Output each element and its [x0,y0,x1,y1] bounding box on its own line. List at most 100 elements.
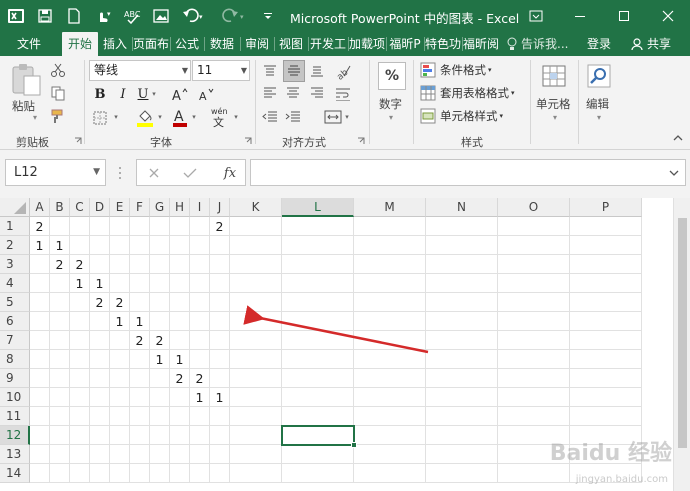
tab-foxit-pdf[interactable]: 福昕P [387,32,423,56]
phonetic-dropdown-icon[interactable]: ▾ [232,110,240,124]
font-name-combo[interactable]: 等线 ▼ [89,60,191,81]
cancel-entry-icon[interactable] [145,164,163,182]
borders-dropdown-icon[interactable]: ▾ [112,110,120,124]
align-center-icon[interactable] [283,84,303,102]
scroll-thumb[interactable] [678,218,687,448]
formula-bar-grip-icon[interactable] [112,164,128,182]
phonetic-guide-icon[interactable]: wén 文 [210,106,232,128]
maximize-icon[interactable] [602,0,646,32]
save-icon[interactable] [35,6,55,26]
cells-button[interactable]: 单元格 [536,96,571,112]
tab-home[interactable]: 开始 [62,32,98,56]
paste-icon[interactable] [8,62,44,98]
spelling-check-icon[interactable]: ABC [122,6,142,26]
vertical-scrollbar[interactable] [673,198,690,491]
fill-color-dropdown-icon[interactable]: ▾ [156,110,164,124]
bold-icon[interactable]: B [91,84,109,104]
underline-icon[interactable]: U [136,84,150,104]
styles-group-label: 样式 [461,136,483,149]
close-icon[interactable] [646,0,690,32]
align-right-icon[interactable] [307,84,327,102]
font-size-combo[interactable]: 11 ▼ [192,60,250,81]
quick-access-toolbar: ▾ ABC ▾ ▾ [6,0,278,32]
new-file-icon[interactable] [64,6,84,26]
cell-styles-button[interactable]: 单元格样式 ▾ [420,106,503,126]
tab-developer[interactable]: 开发工 [309,32,347,56]
name-box-dropdown-icon[interactable]: ▼ [93,160,100,185]
borders-icon[interactable] [89,108,111,128]
title-bar: ▾ ABC ▾ ▾ Microsoft PowerPoint 中的图表 - Ex… [0,0,690,32]
underline-dropdown-icon[interactable]: ▾ [150,87,158,101]
wrap-text-icon[interactable] [332,84,354,104]
window-controls [514,0,690,32]
touch-mode-icon[interactable]: ▾ [93,6,113,26]
expand-formula-bar-icon[interactable] [667,166,681,180]
formula-input[interactable] [250,159,686,186]
font-launcher-icon[interactable] [244,137,252,145]
image-icon[interactable] [151,6,171,26]
alignment-group-label: 对齐方式 [282,136,326,149]
tab-foxit-reader[interactable]: 福昕阅 [463,32,499,56]
ribbon-display-options-icon[interactable] [514,0,558,32]
font-color-dropdown-icon[interactable]: ▾ [190,110,198,124]
tab-formulas[interactable]: 公式 [171,32,203,56]
insert-function-icon[interactable]: fx [219,164,241,182]
format-painter-icon[interactable] [48,106,68,126]
align-bottom-icon[interactable] [307,62,327,80]
increase-indent-icon[interactable] [283,108,303,126]
percent-icon[interactable]: % [378,62,406,90]
format-as-table-button[interactable]: 套用表格格式 ▾ [420,83,515,103]
align-top-icon[interactable] [260,62,280,80]
merge-dropdown-icon[interactable]: ▾ [343,110,351,124]
align-middle-icon[interactable] [283,60,305,82]
tab-insert[interactable]: 插入 [99,32,131,56]
watermark: Baidu 经验 [549,441,672,466]
fill-color-icon[interactable] [134,106,156,128]
editing-button[interactable]: 编辑 [586,96,609,112]
redo-icon[interactable]: ▾ [219,6,249,26]
increase-font-icon[interactable]: A [171,84,189,104]
number-dropdown-icon[interactable]: ▾ [386,112,396,122]
paste-dropdown-icon[interactable]: ▾ [30,112,40,122]
signin-link[interactable]: 登录 [582,32,616,56]
align-left-icon[interactable] [260,84,280,102]
name-box-value: L12 [14,165,38,180]
tab-data[interactable]: 数据 [205,32,239,56]
font-name-dropdown-icon[interactable]: ▼ [182,61,188,80]
tab-review[interactable]: 审阅 [241,32,273,56]
decrease-font-icon[interactable]: A [198,84,216,104]
confirm-entry-icon[interactable] [181,164,199,182]
conditional-formatting-icon [420,62,436,78]
tab-page-layout[interactable]: 页面布 [133,32,169,56]
watermark-sub: jingyan.baidu.com [575,474,668,485]
cells-dropdown-icon[interactable]: ▾ [550,112,560,122]
font-color-icon[interactable]: A [170,106,190,128]
minimize-icon[interactable] [558,0,602,32]
undo-icon[interactable]: ▾ [180,6,210,26]
clipboard-launcher-icon[interactable] [74,137,82,145]
tell-me-box[interactable]: 告诉我... [506,32,578,56]
tab-view[interactable]: 视图 [275,32,307,56]
number-button[interactable]: 数字 [379,96,402,112]
worksheet-grid[interactable]: ABCDEFGHIJKLMNOP 1 2 3 4 5 6 7 8 9 10 11 12 13 14 221… [0,198,690,491]
cells-icon[interactable] [540,62,568,90]
copy-icon[interactable] [48,83,68,103]
editing-dropdown-icon[interactable]: ▾ [594,112,604,122]
collapse-ribbon-icon[interactable] [671,132,685,144]
italic-icon[interactable]: I [114,84,132,104]
orientation-icon[interactable]: ab [332,60,354,82]
name-box[interactable]: L12 ▼ [5,159,106,186]
merge-center-icon[interactable] [322,106,344,128]
alignment-launcher-icon[interactable] [357,137,365,145]
cut-icon[interactable] [48,60,68,80]
search-icon[interactable] [585,62,613,90]
conditional-formatting-button[interactable]: 条件格式 ▾ [420,60,492,80]
tab-file[interactable]: 文件 [6,32,52,56]
share-button[interactable]: 共享 [620,32,682,56]
customize-qat-icon[interactable] [258,6,278,26]
tab-features[interactable]: 特色功 [425,32,461,56]
tab-addins[interactable]: 加载项 [349,32,385,56]
font-size-dropdown-icon[interactable]: ▼ [241,61,247,80]
ribbon-home: 粘贴 ▾ 剪贴板 等线 ▼ 11 ▼ B I U ▾ A A ▾ ▾ A ▾ wén… [0,56,690,150]
decrease-indent-icon[interactable] [260,108,280,126]
